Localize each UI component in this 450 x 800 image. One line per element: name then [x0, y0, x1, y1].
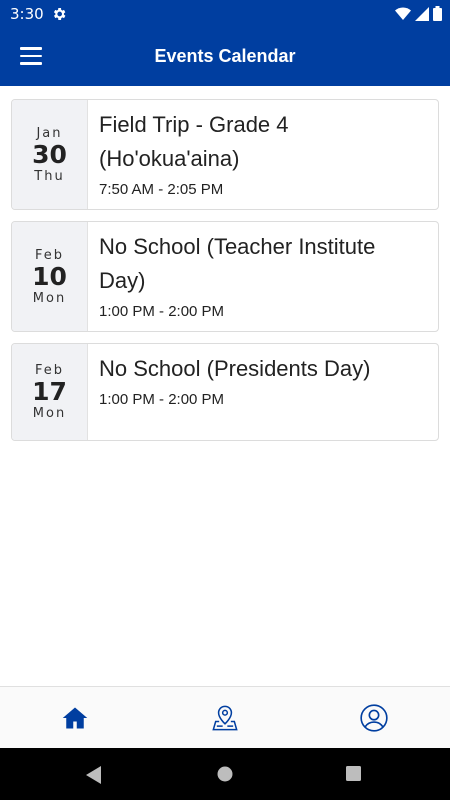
event-day: 17: [32, 377, 67, 406]
event-weekday: Mon: [32, 290, 67, 306]
cellular-signal-icon: [415, 6, 429, 21]
events-list: Jan 30 Thu Field Trip - Grade 4 (Ho'okua…: [11, 99, 439, 452]
status-bar: 3:30: [0, 0, 450, 28]
event-date: Jan 30 Thu: [12, 100, 88, 209]
event-card[interactable]: Jan 30 Thu Field Trip - Grade 4 (Ho'okua…: [11, 99, 439, 210]
event-date: Feb 17 Mon: [12, 344, 88, 440]
event-weekday: Thu: [34, 168, 65, 184]
event-time: 1:00 PM - 2:00 PM: [99, 303, 225, 320]
home-circle-icon[interactable]: [217, 766, 233, 782]
map-pin-icon[interactable]: [211, 704, 239, 732]
event-time: 7:50 AM - 2:05 PM: [99, 181, 224, 198]
back-icon[interactable]: [86, 766, 102, 784]
event-month: Feb: [34, 363, 65, 378]
bottom-navigation: [0, 686, 450, 749]
home-icon[interactable]: [61, 704, 89, 732]
event-title: No School (Presidents Day): [99, 356, 371, 381]
event-title: No School (Teacher Institute Day): [99, 234, 376, 293]
app-bar: Events Calendar: [0, 28, 450, 86]
settings-gear-icon: [53, 8, 66, 20]
battery-icon: [433, 6, 442, 21]
system-navigation-bar: [0, 748, 450, 800]
event-day: 10: [32, 261, 67, 291]
event-weekday: Mon: [32, 406, 67, 421]
wifi-icon: [395, 7, 411, 20]
event-time: 1:00 PM - 2:00 PM: [99, 391, 225, 408]
event-card[interactable]: Feb 17 Mon No School (Presidents Day) 1:…: [11, 343, 439, 441]
event-title: Field Trip - Grade 4 (Ho'okua'aina): [99, 112, 289, 171]
profile-icon[interactable]: [360, 704, 388, 732]
event-month: Jan: [36, 125, 63, 141]
event-date: Feb 10 Mon: [12, 222, 88, 331]
event-card[interactable]: Feb 10 Mon No School (Teacher Institute …: [11, 221, 439, 332]
status-time: 3:30: [10, 5, 44, 23]
event-day: 30: [32, 139, 67, 169]
recents-square-icon[interactable]: [346, 766, 361, 781]
page-title: Events Calendar: [154, 46, 296, 66]
event-month: Feb: [34, 247, 65, 263]
